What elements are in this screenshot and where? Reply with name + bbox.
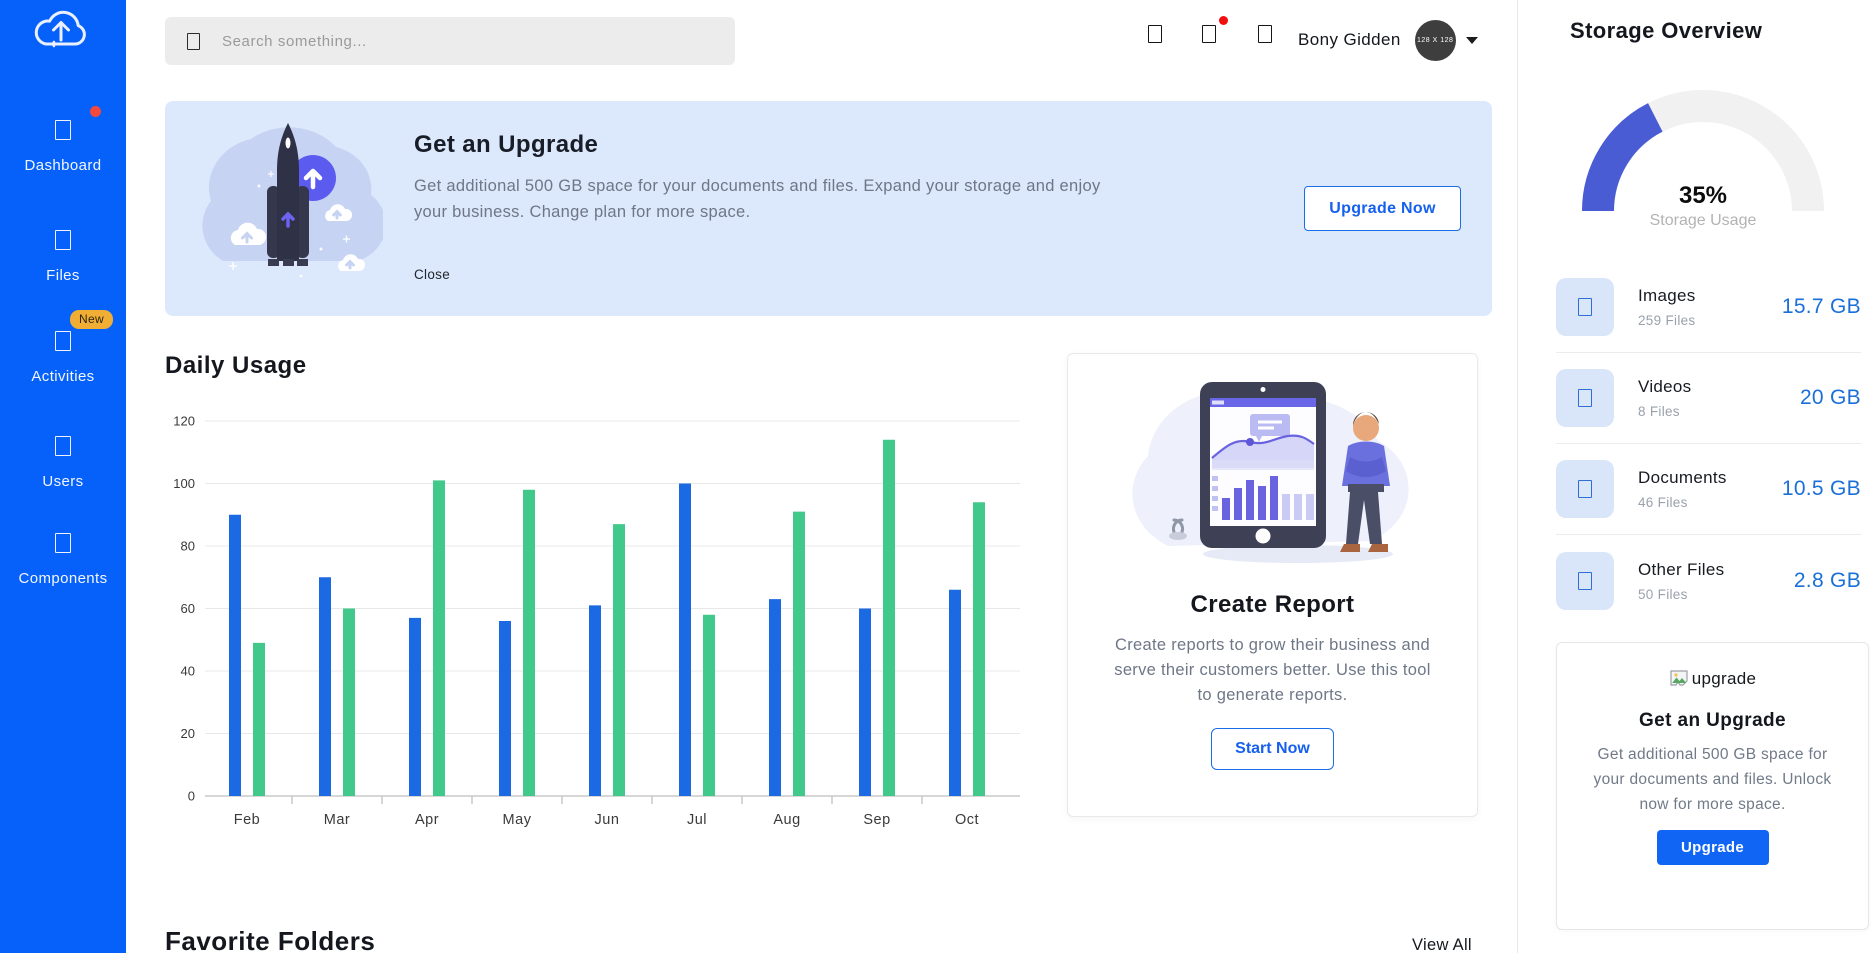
storage-overview-title: Storage Overview	[1570, 18, 1762, 44]
header-placeholder-icon-3[interactable]	[1258, 25, 1272, 48]
notification-dot	[1219, 16, 1228, 25]
svg-text:60: 60	[181, 601, 195, 616]
header-placeholder-icon-1[interactable]	[1148, 25, 1162, 48]
sidebar-item-files[interactable]: Files	[0, 230, 126, 284]
sidebar-item-label: Files	[0, 267, 126, 284]
storage-percent: 35%	[1582, 182, 1824, 210]
storage-item-size: 10.5 GB	[1782, 477, 1861, 501]
start-now-button[interactable]: Start Now	[1211, 728, 1334, 770]
chevron-down-icon	[1466, 37, 1478, 44]
storage-item-label: Other Files	[1638, 560, 1794, 580]
svg-text:Sep: Sep	[863, 812, 890, 828]
list-item: Images 259 Files 15.7 GB	[1556, 262, 1861, 353]
sidebar-item-dashboard[interactable]: Dashboard	[0, 120, 126, 174]
list-item: Videos 8 Files 20 GB	[1556, 353, 1861, 444]
search-icon	[187, 33, 200, 50]
sidebar-item-label: Components	[0, 570, 126, 587]
other-files-icon	[1556, 552, 1614, 610]
storage-list: Images 259 Files 15.7 GB Videos 8 Files …	[1556, 262, 1861, 626]
storage-item-size: 2.8 GB	[1794, 569, 1861, 593]
sidebar-item-label: Dashboard	[0, 157, 126, 174]
svg-text:120: 120	[173, 414, 195, 429]
svg-text:Jul: Jul	[687, 812, 707, 828]
upgrade-card-title: Get an Upgrade	[1557, 710, 1868, 732]
files-icon	[55, 230, 71, 250]
svg-text:Feb: Feb	[234, 812, 261, 828]
sidebar-item-components[interactable]: Components	[0, 533, 126, 587]
svg-text:Aug: Aug	[773, 812, 800, 828]
storage-item-label: Images	[1638, 286, 1782, 306]
storage-item-size: 15.7 GB	[1782, 295, 1861, 319]
header-placeholder-icon-2[interactable]	[1202, 25, 1216, 48]
rocket-illustration	[193, 111, 383, 311]
activities-icon	[55, 331, 71, 351]
storage-item-label: Documents	[1638, 468, 1782, 488]
upgrade-card: upgrade Get an Upgrade Get additional 50…	[1556, 642, 1869, 930]
documents-icon	[1556, 460, 1614, 518]
components-icon	[55, 533, 71, 553]
cloud-upload-logo-icon[interactable]	[28, 4, 94, 59]
broken-image-placeholder: upgrade	[1669, 669, 1757, 689]
list-item: Documents 46 Files 10.5 GB	[1556, 444, 1861, 535]
storage-panel: Storage Overview 35% Storage Usage Image…	[1517, 0, 1873, 953]
storage-item-files: 50 Files	[1638, 587, 1794, 602]
app-root: Dashboard Files New Activities Users Com…	[0, 0, 1873, 953]
upgrade-now-button[interactable]: Upgrade Now	[1304, 186, 1461, 231]
svg-text:May: May	[503, 812, 532, 828]
svg-text:100: 100	[173, 476, 195, 491]
svg-text:20: 20	[181, 726, 195, 741]
search-input[interactable]	[222, 33, 662, 50]
daily-usage-bar-chart: 0 20 40 60 80 100 120 Feb Mar Apr May Jun Jul Aug Sep O…	[160, 403, 1040, 843]
storage-item-files: 8 Files	[1638, 404, 1800, 419]
sidebar-item-activities[interactable]: New Activities	[0, 331, 126, 385]
storage-usage-label: Storage Usage	[1582, 212, 1824, 230]
daily-usage-title: Daily Usage	[165, 352, 307, 380]
svg-text:Oct: Oct	[955, 812, 979, 828]
upgrade-card-body: Get additional 500 GB space for your doc…	[1585, 742, 1840, 817]
list-item: Other Files 50 Files 2.8 GB	[1556, 535, 1861, 626]
svg-text:40: 40	[181, 664, 195, 679]
user-menu[interactable]: Bony Gidden 128 X 128	[1298, 18, 1478, 62]
svg-text:Apr: Apr	[415, 812, 439, 828]
search-box	[165, 17, 735, 65]
images-icon	[1556, 278, 1614, 336]
sidebar-item-users[interactable]: Users	[0, 436, 126, 490]
new-badge: New	[70, 310, 113, 329]
banner-close-link[interactable]: Close	[414, 267, 450, 282]
svg-text:Jun: Jun	[595, 812, 620, 828]
sidebar-item-label: Activities	[0, 368, 126, 385]
user-name: Bony Gidden	[1298, 30, 1401, 50]
broken-image-icon	[1669, 669, 1689, 689]
storage-item-label: Videos	[1638, 377, 1800, 397]
report-illustration	[1068, 376, 1477, 573]
users-icon	[55, 436, 71, 456]
report-body: Create reports to grow their business an…	[1113, 633, 1433, 708]
videos-icon	[1556, 369, 1614, 427]
sidebar-item-label: Users	[0, 473, 126, 490]
report-title: Create Report	[1068, 591, 1477, 619]
notification-dot	[90, 106, 101, 117]
storage-item-files: 259 Files	[1638, 313, 1782, 328]
svg-text:0: 0	[188, 789, 195, 804]
storage-item-size: 20 GB	[1800, 386, 1861, 410]
broken-image-alt-text: upgrade	[1692, 669, 1757, 689]
upgrade-banner: Get an Upgrade Get additional 500 GB spa…	[165, 101, 1492, 316]
favorite-folders-title: Favorite Folders	[165, 926, 375, 953]
avatar: 128 X 128	[1415, 20, 1456, 61]
sidebar: Dashboard Files New Activities Users Com…	[0, 0, 126, 953]
svg-text:Mar: Mar	[324, 812, 350, 828]
create-report-card: Create Report Create reports to grow the…	[1067, 353, 1478, 817]
banner-title: Get an Upgrade	[414, 131, 598, 159]
view-all-link[interactable]: View All	[1412, 936, 1472, 953]
banner-body: Get additional 500 GB space for your doc…	[414, 173, 1114, 225]
storage-item-files: 46 Files	[1638, 495, 1782, 510]
upgrade-button[interactable]: Upgrade	[1657, 830, 1769, 865]
dashboard-icon	[55, 120, 71, 140]
svg-text:80: 80	[181, 539, 195, 554]
